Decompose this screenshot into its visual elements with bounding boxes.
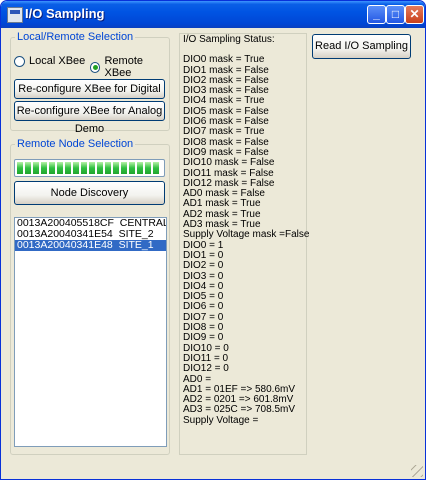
- progress-segment: [129, 162, 135, 174]
- progress-segment: [57, 162, 63, 174]
- title-bar[interactable]: I/O Sampling _ □ ✕: [1, 1, 425, 28]
- remote-node-group: Remote Node Selection Node Discovery 001…: [10, 138, 170, 455]
- status-lines: DIO0 mask = True DIO1 mask = False DIO2 ma…: [183, 54, 309, 426]
- read-io-sampling-button[interactable]: Read I/O Sampling: [312, 34, 411, 59]
- digital-demo-button[interactable]: Re-configure XBee for Digital Demo: [14, 79, 165, 113]
- app-icon: [7, 7, 23, 23]
- progress-segment: [41, 162, 47, 174]
- status-line: DIO12 = 0: [183, 363, 229, 375]
- progress-segment: [97, 162, 103, 174]
- local-xbee-label: Local XBee: [29, 55, 86, 67]
- window-title: I/O Sampling: [25, 6, 105, 21]
- progress-segment: [33, 162, 39, 174]
- node-list-item[interactable]: 0013A200405518CF CENTRAL_OFFI: [15, 218, 166, 229]
- progress-segment: [145, 162, 151, 174]
- analog-demo-button[interactable]: Re-configure XBee for Analog Demo: [14, 101, 165, 135]
- progress-segment: [73, 162, 79, 174]
- local-remote-group: Local/Remote Selection Local XBee Remote…: [10, 31, 170, 135]
- maximize-button[interactable]: □: [386, 5, 405, 24]
- progress-segment: [137, 162, 143, 174]
- local-xbee-radio[interactable]: Local XBee: [14, 55, 85, 67]
- status-line: Supply Voltage =: [183, 414, 259, 426]
- progress-segment: [17, 162, 23, 174]
- node-list-item[interactable]: 0013A20040341E48 SITE_1: [15, 240, 166, 251]
- progress-segment: [89, 162, 95, 174]
- minimize-button[interactable]: _: [367, 5, 386, 24]
- remote-xbee-radio-dot[interactable]: [90, 61, 101, 73]
- progress-fill: [17, 162, 159, 174]
- remote-xbee-label: Remote XBee: [104, 55, 144, 79]
- close-button[interactable]: ✕: [405, 5, 424, 24]
- progress-segment: [65, 162, 71, 174]
- progress-segment: [113, 162, 119, 174]
- progress-segment: [49, 162, 55, 174]
- status-line: DIO2 = 0: [183, 260, 224, 272]
- resize-grip[interactable]: [411, 465, 423, 477]
- remote-node-group-label: Remote Node Selection: [15, 138, 136, 151]
- remote-xbee-radio[interactable]: Remote XBee: [90, 55, 169, 79]
- node-list-item[interactable]: 0013A20040341E54 SITE_2: [15, 229, 166, 240]
- progress-segment: [25, 162, 31, 174]
- local-xbee-radio-dot[interactable]: [14, 55, 25, 67]
- progress-segment: [121, 162, 127, 174]
- node-discovery-button[interactable]: Node Discovery: [14, 181, 165, 205]
- discovery-progress-bar: [14, 159, 165, 177]
- status-panel: I/O Sampling Status: DIO0 mask = True DIO…: [179, 33, 309, 455]
- progress-segment: [153, 162, 159, 174]
- node-listbox[interactable]: 0013A200405518CF CENTRAL_OFFI0013A200403…: [14, 217, 167, 447]
- progress-segment: [105, 162, 111, 174]
- progress-segment: [81, 162, 87, 174]
- main-window: I/O Sampling _ □ ✕ Local/Remote Selectio…: [0, 0, 426, 480]
- local-remote-group-label: Local/Remote Selection: [15, 31, 136, 44]
- status-title: I/O Sampling Status:: [183, 34, 275, 45]
